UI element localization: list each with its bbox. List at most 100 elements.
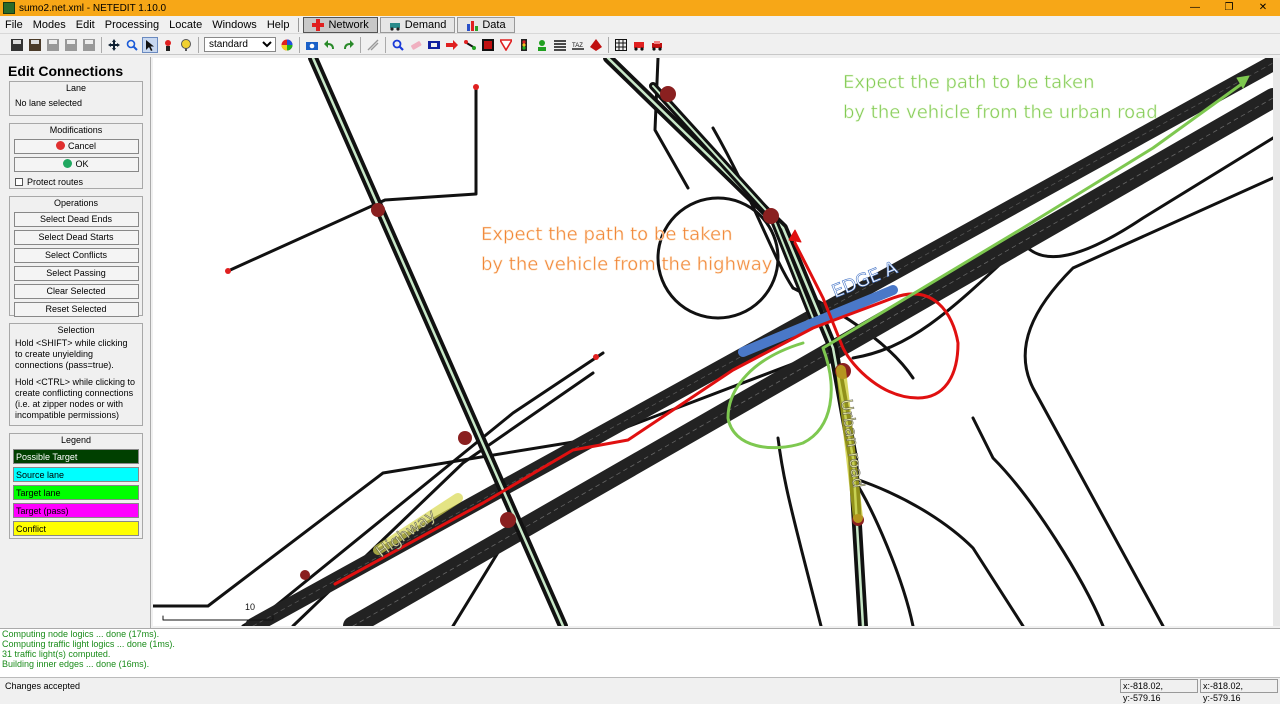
red-annotation-line1: Expect the path to be taken	[481, 224, 732, 245]
log-line: 31 traffic light(s) computed.	[2, 649, 111, 659]
minimize-button[interactable]: —	[1178, 0, 1212, 16]
taz-icon[interactable]	[552, 37, 568, 53]
toolbar-separator	[101, 36, 102, 53]
select-icon[interactable]	[142, 36, 158, 53]
network-view-canvas[interactable]: 10 Expect the path to be taken by the ve…	[153, 58, 1273, 626]
supermode-data-label: Data	[482, 18, 506, 31]
crossing-icon[interactable]	[365, 37, 381, 53]
reset-selected-button[interactable]: Reset Selected	[13, 302, 139, 317]
save-all-icon[interactable]	[27, 37, 43, 53]
clear-selected-button[interactable]: Clear Selected	[13, 284, 139, 299]
supermode-data-button[interactable]: Data	[457, 16, 515, 33]
redo-icon[interactable]	[340, 37, 356, 53]
traffic-light-icon[interactable]	[498, 37, 514, 53]
status-bar: Changes accepted x:-818.02, y:-579.16 x:…	[0, 677, 1280, 703]
grid-icon[interactable]	[613, 37, 629, 53]
view-scheme-select[interactable]: standard	[204, 37, 276, 52]
screenshot-icon[interactable]	[304, 37, 320, 53]
ok-check-icon	[63, 159, 73, 169]
select-dead-ends-button[interactable]: Select Dead Ends	[13, 212, 139, 227]
protect-routes-label: Protect routes	[27, 177, 84, 187]
cursor-coordinates: x:-818.02, y:-579.16	[1120, 679, 1198, 703]
red-annotation-line2: by the vehicle from the highway	[481, 254, 773, 275]
save-data-icon[interactable]	[81, 37, 97, 53]
legend-frame: Legend Possible Target Source lane Targe…	[9, 433, 143, 539]
supermode-demand-button[interactable]: Demand	[379, 16, 456, 33]
urban-road-label: Urban road	[837, 398, 868, 489]
inspect-icon[interactable]	[160, 37, 176, 53]
additional-icon[interactable]	[516, 37, 532, 53]
scale-bar-label: 10	[245, 602, 255, 612]
vehicle-icon[interactable]	[631, 37, 647, 53]
local-roads	[153, 58, 1273, 626]
modifications-frame: Modifications Cancel OK Protect routes	[9, 123, 143, 189]
menu-help[interactable]: Help	[262, 16, 295, 34]
save-net-icon[interactable]	[9, 37, 25, 53]
polygon-icon[interactable]: TAZ	[570, 37, 586, 53]
undo-icon[interactable]	[322, 37, 338, 53]
select-conflicts-button[interactable]: Select Conflicts	[13, 248, 139, 263]
toolbar-separator	[360, 36, 361, 53]
log-line: Building inner edges ... done (16ms).	[2, 659, 150, 669]
supermode-network-label: Network	[328, 18, 369, 31]
selection-shift-hint: Hold <SHIFT> while clicking to create un…	[15, 338, 128, 370]
cancel-button[interactable]: Cancel	[13, 139, 139, 154]
cancel-label: Cancel	[67, 141, 96, 151]
menu-windows[interactable]: Windows	[207, 16, 262, 34]
car-icon[interactable]	[649, 37, 665, 53]
panel-title: Edit Connections	[8, 63, 124, 79]
menu-bar: File Modes Edit Processing Locate Window…	[0, 16, 1280, 34]
save-additionals-icon[interactable]	[45, 37, 61, 53]
inspect-mode-icon[interactable]	[390, 37, 406, 53]
ok-label: OK	[75, 159, 89, 169]
menu-file[interactable]: File	[0, 16, 28, 34]
selection-frame-title: Selection	[57, 325, 95, 335]
menu-edit[interactable]: Edit	[71, 16, 100, 34]
select-dead-starts-button[interactable]: Select Dead Starts	[13, 230, 139, 245]
lane-frame: Lane No lane selected	[9, 81, 143, 116]
network-drawing[interactable]: 10 Expect the path to be taken by the ve…	[153, 58, 1273, 626]
crossing-mode-icon[interactable]	[534, 37, 550, 53]
menu-modes[interactable]: Modes	[28, 16, 71, 34]
lane-frame-title: Lane	[65, 83, 87, 93]
message-log: Computing node logics ... done (17ms). C…	[0, 628, 1280, 677]
selection-ctrl-hint: Hold <CTRL> while clicking to create con…	[15, 377, 136, 420]
checkbox-box	[15, 178, 23, 186]
select-mode-icon[interactable]	[426, 37, 442, 53]
legend-frame-title: Legend	[60, 435, 92, 445]
polygon-shape-icon[interactable]	[588, 37, 604, 53]
menu-processing[interactable]: Processing	[100, 16, 164, 34]
geo-coordinates: x:-818.02, y:-579.16	[1200, 679, 1278, 703]
status-text: Changes accepted	[5, 681, 81, 691]
move-mode-icon[interactable]	[444, 37, 460, 53]
selection-frame: Selection Hold <SHIFT> while clicking to…	[9, 323, 143, 426]
edit-connections-panel: Edit Connections Lane No lane selected M…	[0, 57, 151, 628]
green-annotation-line2: by the vehicle from the urban road	[843, 102, 1158, 123]
toolbar-separator	[299, 36, 300, 53]
menu-locate[interactable]: Locate	[164, 16, 207, 34]
select-passing-button[interactable]: Select Passing	[13, 266, 139, 281]
data-chart-icon	[466, 19, 479, 31]
close-button[interactable]: ✕	[1246, 0, 1280, 16]
tool-bar: standard TAZ	[0, 35, 1280, 55]
maximize-button[interactable]: ❐	[1212, 0, 1246, 16]
connection-icon[interactable]	[480, 37, 496, 53]
locate-icon[interactable]	[178, 37, 194, 53]
create-edge-icon[interactable]	[462, 37, 478, 53]
log-line: Computing node logics ... done (17ms).	[2, 629, 160, 639]
color-wheel-icon[interactable]	[279, 37, 295, 53]
toolbar-separator	[198, 36, 199, 53]
network-plus-icon	[312, 18, 325, 31]
supermode-network-button[interactable]: Network	[303, 16, 378, 33]
save-demand-icon[interactable]	[63, 37, 79, 53]
supermode-demand-label: Demand	[404, 18, 447, 31]
canvas-scrollbar[interactable]	[1273, 58, 1280, 626]
toolbar-separator	[385, 36, 386, 53]
operations-frame: Operations Select Dead Ends Select Dead …	[9, 196, 143, 317]
zoom-icon[interactable]	[124, 37, 140, 53]
ok-button[interactable]: OK	[13, 157, 139, 172]
cancel-icon	[55, 141, 65, 151]
move-icon[interactable]	[106, 37, 122, 53]
delete-icon[interactable]	[408, 37, 424, 53]
protect-routes-checkbox[interactable]: Protect routes	[10, 175, 142, 189]
